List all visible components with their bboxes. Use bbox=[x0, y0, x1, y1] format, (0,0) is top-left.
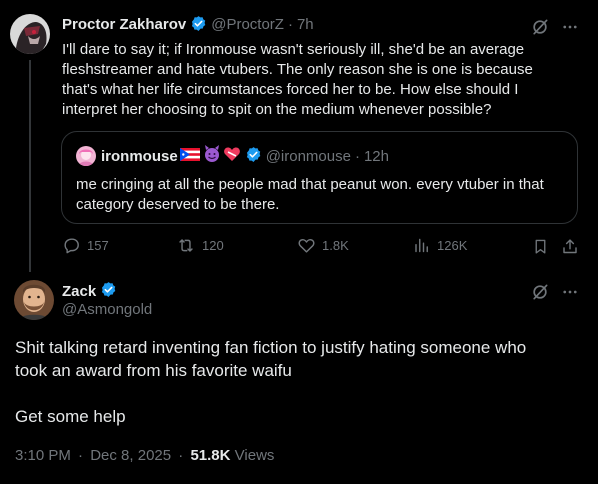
mending-heart-icon bbox=[223, 145, 241, 167]
avatar-proctor[interactable] bbox=[10, 14, 50, 54]
separator-dot: · bbox=[78, 447, 84, 464]
tweet2-date[interactable]: Dec 8, 2025 bbox=[90, 447, 171, 464]
avatar-ironmouse[interactable] bbox=[76, 146, 96, 166]
tweet1-text-line: I'll dare to say it; if Ironmouse wasn't… bbox=[62, 41, 525, 58]
more-options-icon[interactable] bbox=[558, 15, 582, 39]
analytics-icon bbox=[415, 238, 428, 253]
tweet1-header: Proctor Zakharov @ProctorZ · 7h bbox=[62, 15, 314, 36]
heart-icon bbox=[298, 239, 315, 253]
tweet2-metadata: 3:10 PM · Dec 8, 2025 · 51.8K Views bbox=[15, 447, 274, 464]
bookmark-icon[interactable] bbox=[530, 236, 550, 256]
verified-badge-icon bbox=[245, 146, 262, 167]
verified-badge-icon bbox=[100, 281, 117, 302]
puerto-rico-flag-icon bbox=[179, 147, 200, 165]
reply-count: 157 bbox=[87, 238, 109, 253]
views-button[interactable]: 126K bbox=[413, 236, 467, 255]
tweet2-header: Zack bbox=[62, 281, 121, 302]
avatar-zack[interactable] bbox=[14, 280, 54, 320]
grok-icon[interactable] bbox=[528, 15, 552, 39]
like-button[interactable]: 1.8K bbox=[297, 236, 349, 255]
quoted-tweet-text: me cringing at all the people mad that p… bbox=[76, 175, 576, 215]
views-count: 126K bbox=[437, 238, 468, 253]
repost-button[interactable]: 120 bbox=[176, 236, 224, 255]
tweet2-text: Shit talking retard inventing fan fictio… bbox=[15, 336, 585, 428]
tweet2-views-label: Views bbox=[234, 447, 275, 464]
tweet2-text-line: Get some help bbox=[15, 407, 126, 426]
smiling-devil-icon bbox=[203, 145, 221, 167]
grok-icon[interactable] bbox=[528, 280, 552, 304]
quoted-author-name[interactable]: ironmouse bbox=[101, 148, 178, 165]
tweet1-text-line: fleshstreamer and hate vtubers. The only… bbox=[62, 61, 533, 78]
like-count: 1.8K bbox=[322, 238, 349, 253]
tweet2-handle[interactable]: @Asmongold bbox=[62, 301, 152, 318]
verified-badge-icon bbox=[190, 15, 207, 36]
tweet1-handle[interactable]: @ProctorZ bbox=[211, 16, 284, 33]
more-options-icon[interactable] bbox=[558, 280, 582, 304]
separator-dot: · bbox=[354, 147, 360, 165]
tweet1-text-line: that's what her life circumstances force… bbox=[62, 81, 519, 98]
quoted-timestamp[interactable]: 12h bbox=[364, 148, 389, 165]
reply-icon bbox=[64, 238, 79, 254]
tweet1-timestamp[interactable]: 7h bbox=[297, 16, 314, 33]
quoted-text-line: me cringing at all the people mad that p… bbox=[76, 176, 544, 193]
quoted-handle[interactable]: @ironmouse bbox=[266, 148, 351, 165]
share-icon[interactable] bbox=[560, 236, 580, 256]
thread-connector-line bbox=[29, 60, 31, 272]
separator-dot: · bbox=[178, 447, 184, 464]
quoted-tweet-header: ironmouse @ironmouse · 12h bbox=[76, 145, 389, 167]
repost-icon bbox=[179, 239, 193, 252]
tweet2-views-count[interactable]: 51.8K bbox=[190, 447, 230, 464]
quoted-text-line: category deserved to be there. bbox=[76, 196, 280, 213]
tweet1-text-line: interpret her choosing to spit on the me… bbox=[62, 101, 492, 118]
tweet1-author-name[interactable]: Proctor Zakharov bbox=[62, 16, 186, 33]
reply-button[interactable]: 157 bbox=[62, 236, 109, 255]
quoted-tweet-card[interactable]: ironmouse @ironmouse · 12h me cringing a… bbox=[61, 131, 578, 224]
tweet2-time[interactable]: 3:10 PM bbox=[15, 447, 71, 464]
tweet2-author-name[interactable]: Zack bbox=[62, 283, 96, 300]
repost-count: 120 bbox=[202, 238, 224, 253]
tweet1-text: I'll dare to say it; if Ironmouse wasn't… bbox=[62, 40, 582, 120]
separator-dot: · bbox=[287, 16, 293, 33]
tweet2-text-line: took an award from his favorite waifu bbox=[15, 361, 292, 380]
tweet2-text-line: Shit talking retard inventing fan fictio… bbox=[15, 338, 527, 357]
